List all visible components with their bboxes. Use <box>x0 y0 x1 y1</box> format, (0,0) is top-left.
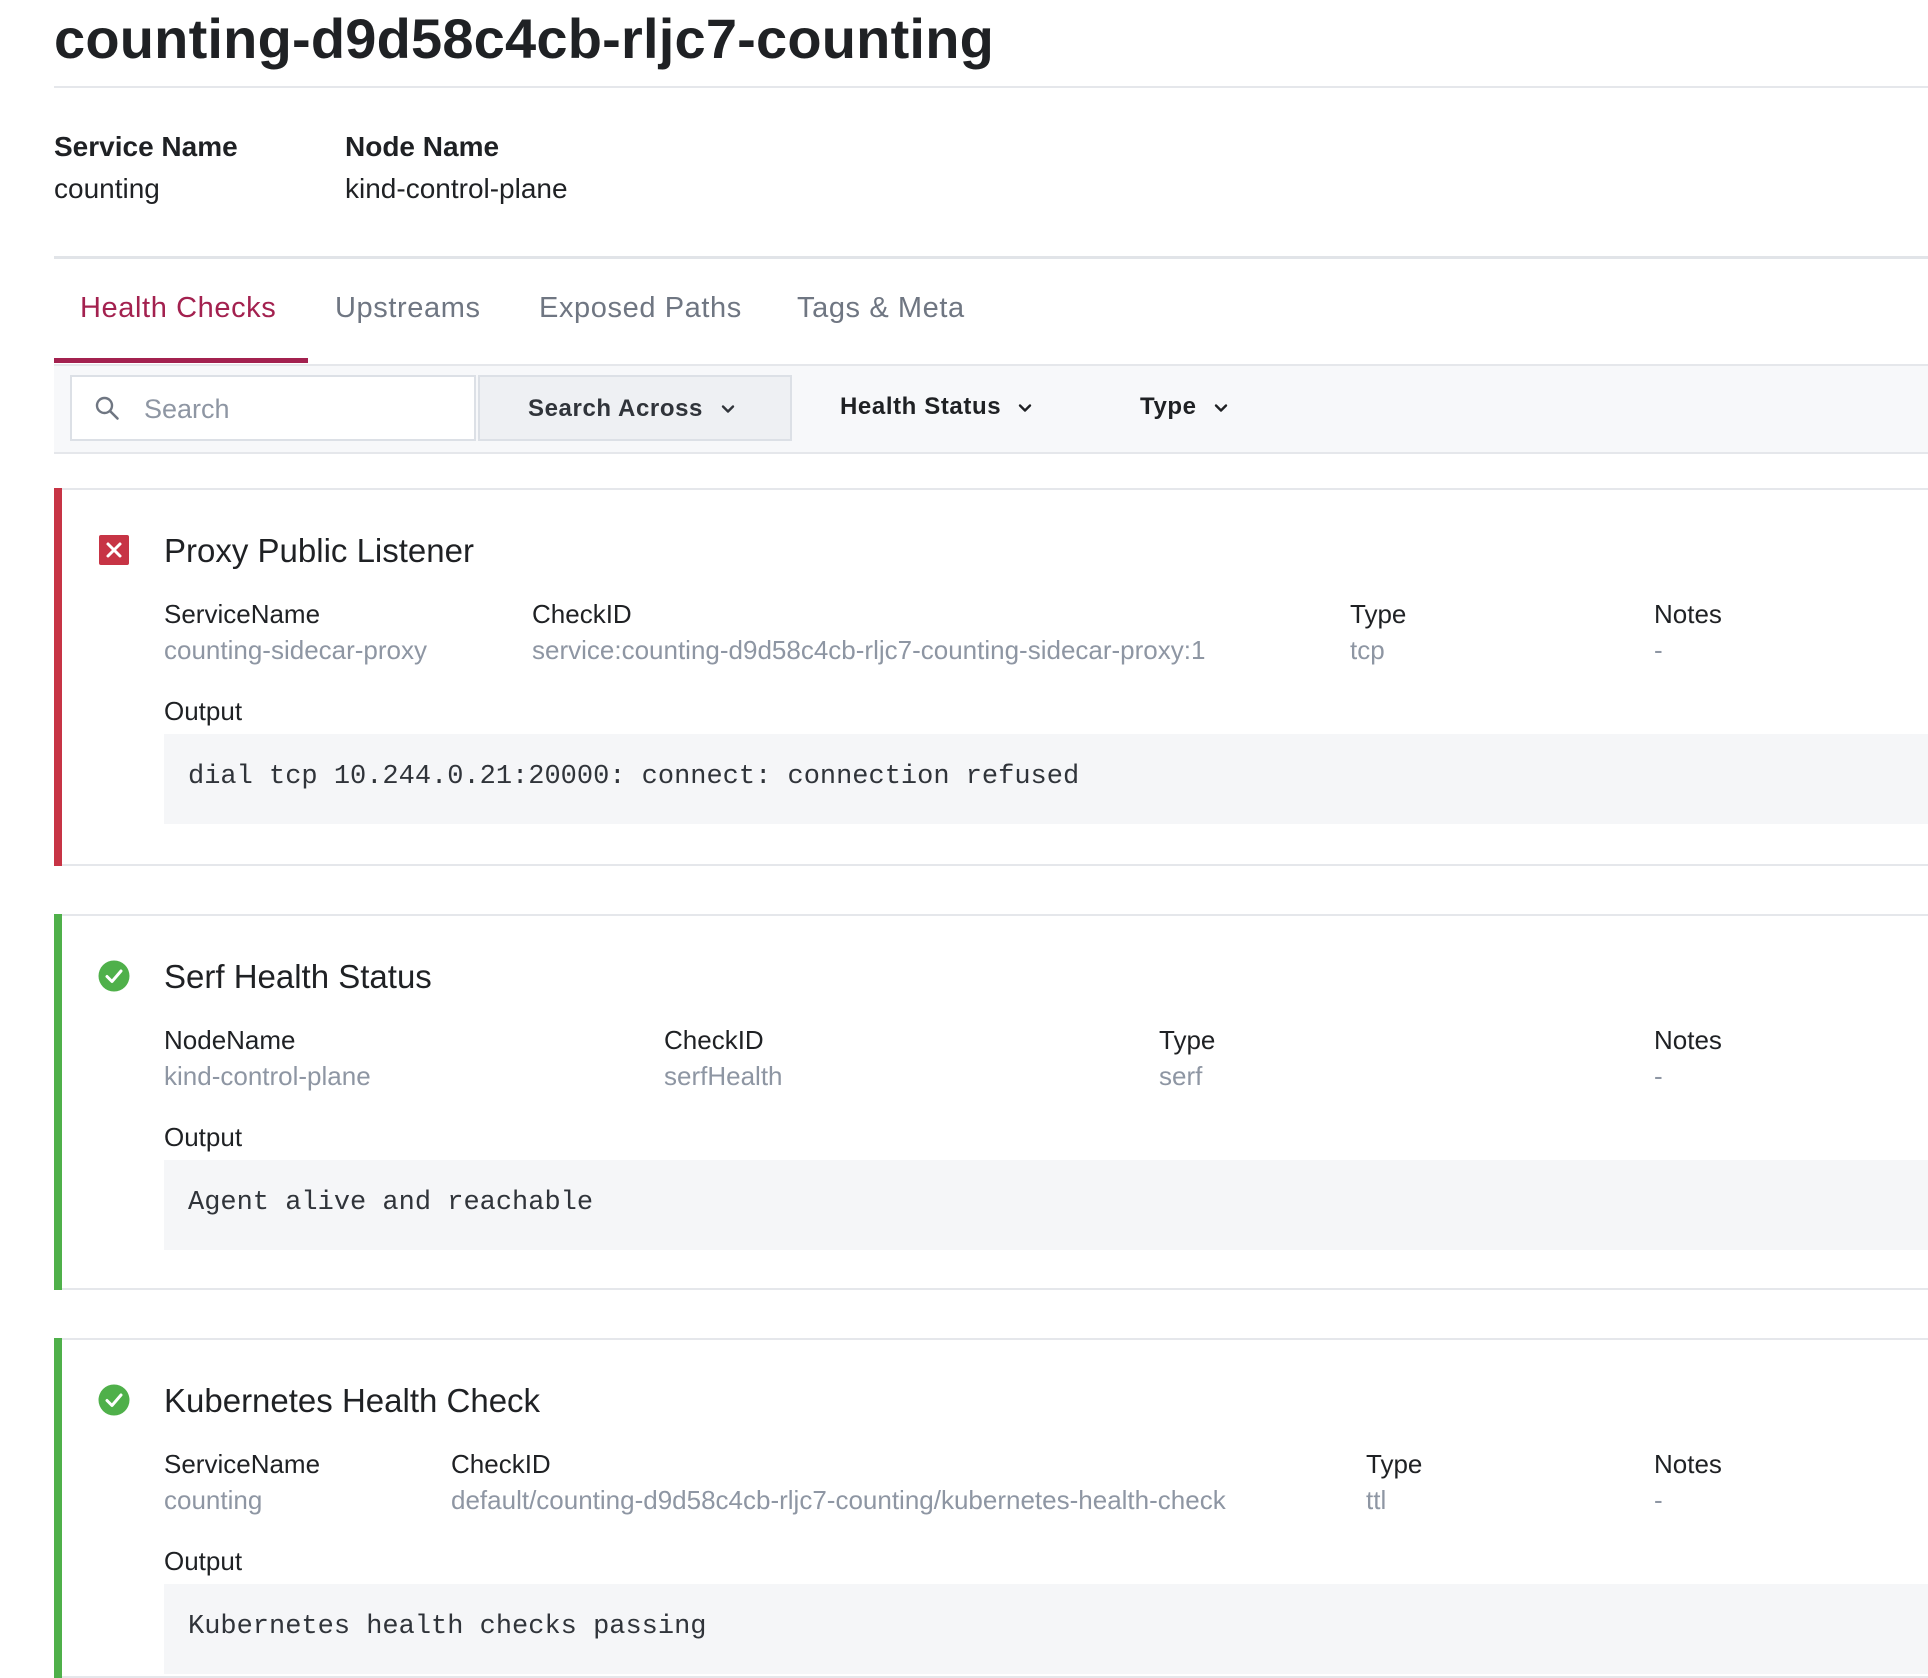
service-name-label: Service Name <box>54 131 238 162</box>
field-label: NodeName <box>164 1025 296 1055</box>
field-label: ServiceName <box>164 599 321 629</box>
field-value: - <box>1654 1485 1663 1515</box>
status-bar <box>54 1338 62 1678</box>
active-tab-indicator <box>54 358 308 363</box>
summary-divider <box>54 256 1928 259</box>
tab-bar: Health Checks Upstreams Exposed Paths Ta… <box>54 270 1928 366</box>
status-bar <box>54 488 62 866</box>
check-field: ServiceName counting-sidecar-proxy <box>164 598 427 666</box>
health-status-filter[interactable]: Health Status <box>840 393 1033 421</box>
health-check-card: Serf Health Status NodeName kind-control… <box>54 914 1928 1290</box>
field-value: counting <box>164 1485 263 1515</box>
check-title: Proxy Public Listener <box>164 532 474 569</box>
field-label: ServiceName <box>164 1449 321 1479</box>
health-status-label: Health Status <box>840 393 1002 420</box>
node-name-label: Node Name <box>345 131 500 162</box>
check-field: Type tcp <box>1350 598 1406 666</box>
node-name-value: kind-control-plane <box>345 173 568 204</box>
output-text: Agent alive and reachable <box>188 1188 594 1218</box>
field-value: kind-control-plane <box>164 1061 371 1091</box>
output-label: Output <box>164 1546 243 1576</box>
field-value: service:counting-d9d58c4cb-rljc7-countin… <box>532 635 1206 665</box>
chevron-down-icon <box>1018 403 1032 412</box>
tab-exposed-paths[interactable]: Exposed Paths <box>539 292 742 362</box>
check-field: Notes - <box>1654 1448 1722 1516</box>
field-value: serfHealth <box>664 1061 783 1091</box>
service-instance-page: counting-d9d58c4cb-rljc7-counting Servic… <box>54 0 1928 1678</box>
field-label: CheckID <box>664 1025 764 1055</box>
check-field: Notes - <box>1654 1024 1722 1092</box>
field-value: ttl <box>1366 1485 1387 1515</box>
field-value: tcp <box>1350 635 1385 665</box>
check-title: Kubernetes Health Check <box>164 1382 541 1419</box>
check-field: CheckID default/counting-d9d58c4cb-rljc7… <box>451 1448 1226 1516</box>
type-filter[interactable]: Type <box>1140 393 1229 421</box>
check-field: CheckID serfHealth <box>664 1024 783 1092</box>
filter-toolbar: Search Across Health Status Type <box>54 366 1928 454</box>
service-name-value: counting <box>54 173 160 204</box>
page-title: counting-d9d58c4cb-rljc7-counting <box>54 7 995 70</box>
service-name-group: Service Name counting <box>54 130 238 206</box>
search-box <box>70 375 476 441</box>
title-divider <box>54 86 1928 88</box>
field-value: counting-sidecar-proxy <box>164 635 428 665</box>
field-label: CheckID <box>532 599 632 629</box>
field-value: - <box>1654 1061 1663 1091</box>
tab-tags-meta[interactable]: Tags & Meta <box>797 292 965 362</box>
field-label: Notes <box>1654 599 1722 629</box>
output-label: Output <box>164 1122 243 1152</box>
check-field: ServiceName counting <box>164 1448 320 1516</box>
output-box: Kubernetes health checks passing <box>164 1584 1928 1674</box>
chevron-down-icon <box>721 405 735 413</box>
check-title: Serf Health Status <box>164 958 432 995</box>
check-field: CheckID service:counting-d9d58c4cb-rljc7… <box>532 598 1205 666</box>
status-bar <box>54 914 62 1290</box>
field-value: serf <box>1159 1061 1203 1091</box>
field-label: CheckID <box>451 1449 551 1479</box>
tab-upstreams[interactable]: Upstreams <box>335 292 481 362</box>
output-label: Output <box>164 696 243 726</box>
search-across-label: Search Across <box>528 395 704 422</box>
output-text: dial tcp 10.244.0.21:20000: connect: con… <box>188 762 1080 792</box>
check-circle-icon <box>98 1384 130 1416</box>
check-field: Type serf <box>1159 1024 1215 1092</box>
node-name-group: Node Name kind-control-plane <box>345 130 568 206</box>
output-box: dial tcp 10.244.0.21:20000: connect: con… <box>164 734 1928 824</box>
output-text: Kubernetes health checks passing <box>188 1612 707 1642</box>
type-filter-label: Type <box>1140 393 1197 420</box>
health-check-card: Proxy Public Listener ServiceName counti… <box>54 488 1928 866</box>
field-label: Type <box>1366 1449 1423 1479</box>
check-field: Notes - <box>1654 598 1722 666</box>
search-input[interactable] <box>142 389 466 429</box>
field-label: Type <box>1159 1025 1216 1055</box>
search-icon <box>95 396 119 420</box>
field-label: Notes <box>1654 1449 1722 1479</box>
x-square-icon <box>99 535 129 565</box>
check-circle-icon <box>98 960 130 992</box>
health-check-card: Kubernetes Health Check ServiceName coun… <box>54 1338 1928 1678</box>
check-field: NodeName kind-control-plane <box>164 1024 371 1092</box>
tab-health-checks[interactable]: Health Checks <box>80 292 276 362</box>
output-box: Agent alive and reachable <box>164 1160 1928 1250</box>
field-value: default/counting-d9d58c4cb-rljc7-countin… <box>451 1485 1226 1515</box>
chevron-down-icon <box>1214 403 1227 412</box>
field-value: - <box>1654 635 1663 665</box>
field-label: Notes <box>1654 1025 1722 1055</box>
check-field: Type ttl <box>1366 1448 1422 1516</box>
search-across-dropdown[interactable]: Search Across <box>478 375 792 441</box>
field-label: Type <box>1350 599 1407 629</box>
